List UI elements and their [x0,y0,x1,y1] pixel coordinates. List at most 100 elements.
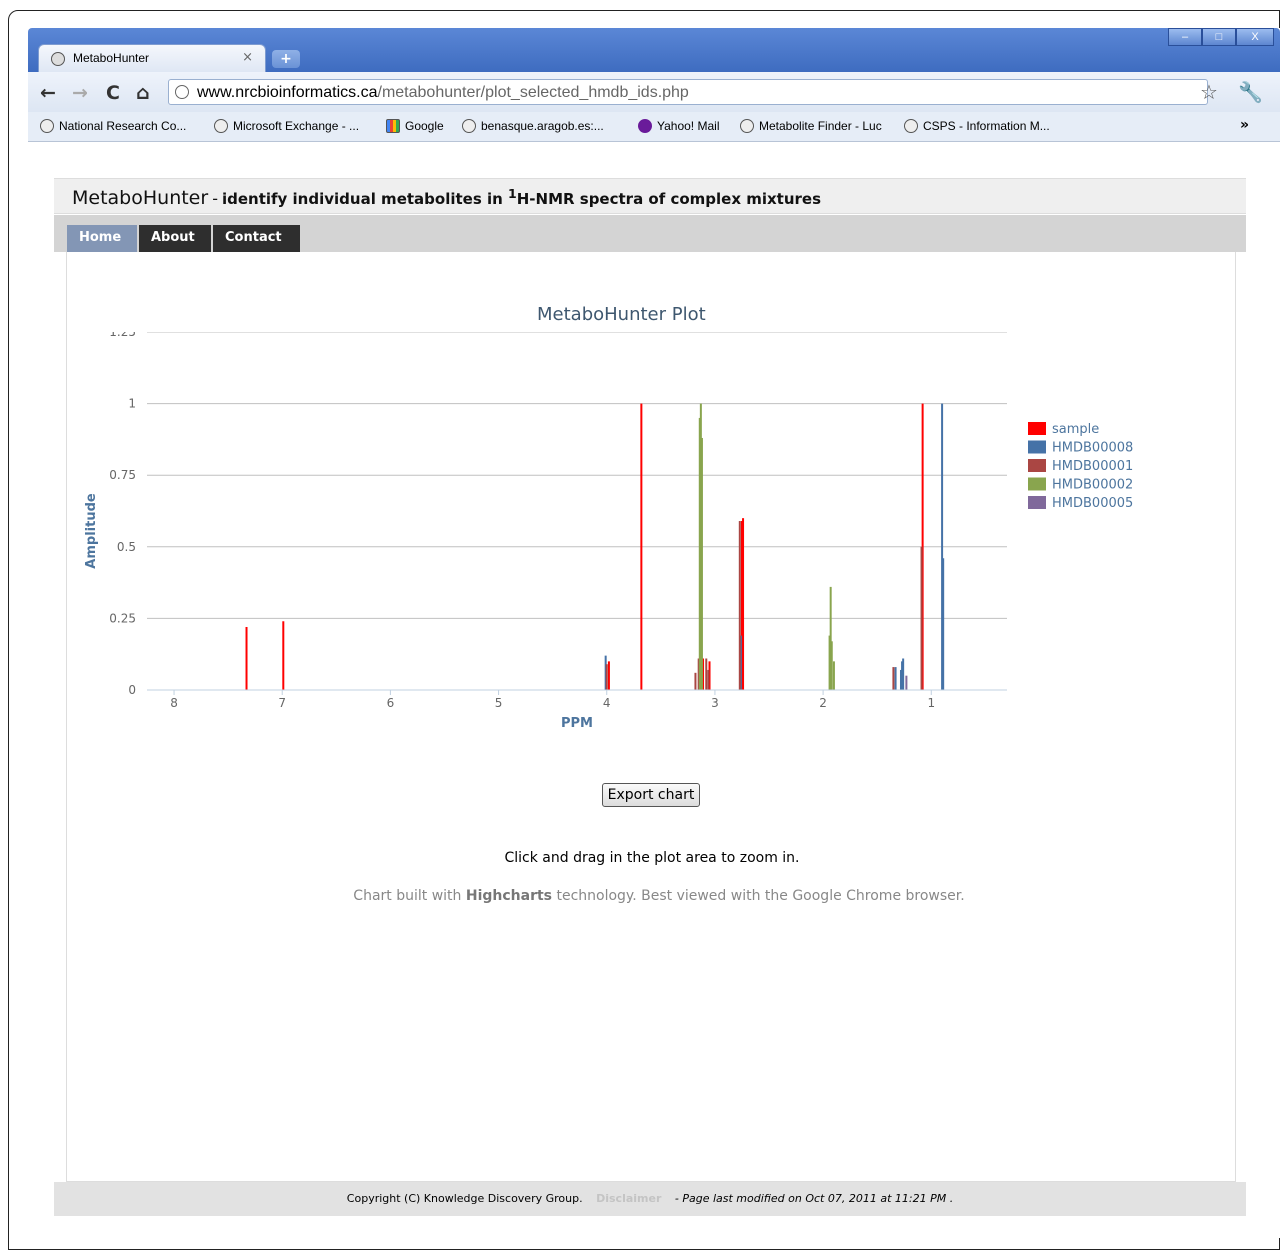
last-modified-text: - Page last modified on Oct 07, 2011 at … [674,1192,954,1205]
main-panel: MetaboHunter Plot 0 0.25 0.5 0.75 1 1.25 8 7 6 5… [66,252,1236,1182]
bookmark-item[interactable]: Google [386,119,444,133]
legend-swatch [1028,477,1046,491]
y-tick-label: 1 [128,397,136,411]
chart-grid [147,332,1007,691]
bookmarks-bar: National Research Co... Microsoft Exchan… [28,112,1280,142]
legend-item: HMDB00002 [1028,477,1133,493]
spectrum-peak [705,658,708,690]
subtitle-post: H-NMR spectra of complex mixtures [516,190,822,208]
wrench-icon[interactable]: 🔧 [1238,80,1263,104]
bookmark-item[interactable]: Microsoft Exchange - ... [214,119,359,133]
legend-item: HMDB00008 [1028,440,1133,456]
reload-icon[interactable]: C [106,82,120,104]
x-tick-label: 4 [603,696,611,710]
y-tick-label: 0 [128,683,136,697]
y-axis: 0 0.25 0.5 0.75 1 1.25 [109,332,136,697]
bookmark-item[interactable]: National Research Co... [40,119,186,133]
x-tick-label: 1 [927,696,935,710]
legend-swatch [1028,496,1046,509]
title-bar: MetaboHunter × + ‒ □ X [28,28,1280,72]
maximize-button[interactable]: □ [1202,28,1236,46]
spectrum-peak [707,669,710,690]
spectrum-peak [832,661,835,690]
bookmark-item[interactable]: benasque.aragob.es:... [462,119,604,133]
spectrum-peak [700,437,703,690]
spectrum-peak [640,403,643,690]
spectrum-chart[interactable]: 0 0.25 0.5 0.75 1 1.25 8 7 6 5 4 3 2 1 PPM Amplitude… [67,332,1237,842]
spectrum-peak [282,621,285,690]
y-tick-label: 0.75 [109,468,136,482]
globe-icon [51,52,65,66]
back-arrow-icon[interactable]: ← [40,82,56,104]
legend-item: HMDB00005 [1028,496,1133,511]
globe-icon [462,119,476,133]
x-axis-label: PPM [561,716,593,731]
tab-title: MetaboHunter [73,51,150,65]
chart-title: MetaboHunter Plot [537,304,706,325]
spectrum-peak [694,672,697,690]
globe-icon [40,119,54,133]
legend-label: HMDB00008 [1052,441,1133,456]
spectrum-peak [894,667,897,690]
globe-icon [214,119,228,133]
x-tick-label: 6 [387,696,395,710]
spectrum-peak [605,664,608,690]
google-icon [386,119,400,133]
forward-arrow-icon[interactable]: → [72,82,88,104]
y-axis-label: Amplitude [84,493,99,569]
copyright-text: Copyright (C) Knowledge Discovery Group. [346,1192,583,1205]
disclaimer-link[interactable]: Disclaimer [596,1192,661,1205]
bookmark-label: National Research Co... [59,119,187,133]
close-window-button[interactable]: X [1236,28,1274,46]
subtitle-pre: identify individual metabolites in [221,190,503,208]
globe-icon [904,119,918,133]
home-icon[interactable]: ⌂ [136,82,150,104]
x-tick-label: 5 [495,696,503,710]
tab-home[interactable]: Home [67,225,137,252]
bookmark-item[interactable]: Metabolite Finder - Luc [740,119,882,133]
subtitle-superscript: 1 [508,186,517,201]
chart-credit: Chart built with Highcharts technology. … [67,888,1251,904]
credit-post: technology. Best viewed with the Google … [556,888,965,904]
spectrum-peak [828,635,831,690]
tab-contact[interactable]: Contact [213,225,300,252]
legend-label: HMDB00002 [1052,478,1133,493]
legend-item: sample [1028,422,1099,437]
spectrum-peak [942,558,945,690]
export-chart-button[interactable]: Export chart [602,783,700,807]
tab-about[interactable]: About [139,225,211,252]
legend-label: HMDB00001 [1052,459,1133,474]
site-name: MetaboHunter [72,187,209,209]
bookmark-item[interactable]: CSPS - Information M... [904,119,1050,133]
x-tick-label: 8 [170,696,178,710]
x-axis: 8 7 6 5 4 3 2 1 [147,689,1007,710]
yahoo-icon [638,119,652,133]
spectrum-peak [742,518,745,690]
site-subtitle: identify individual metabolites in 1H-NM… [221,186,822,208]
x-tick-label: 3 [711,696,719,710]
new-tab-button[interactable]: + [272,50,300,68]
bookmark-label: Yahoo! Mail [657,119,720,133]
site-title: MetaboHunter - identify individual metabol… [72,186,821,209]
address-bar[interactable]: www.nrcbioinformatics.ca/metabohunter/pl… [168,79,1208,105]
more-bookmarks-icon[interactable]: » [1240,117,1249,133]
close-tab-icon[interactable]: × [242,50,253,65]
y-tick-label: 0.5 [117,540,136,554]
legend-label: HMDB00005 [1052,496,1133,511]
zoom-hint: Click and drag in the plot area to zoom … [504,850,800,866]
title-separator: - [212,189,218,208]
bookmark-item[interactable]: Yahoo! Mail [638,119,719,133]
highcharts-link[interactable]: Highcharts [466,888,552,904]
bookmark-label: benasque.aragob.es:... [481,119,604,133]
legend-item: HMDB00001 [1028,459,1133,474]
spectrum-peak [902,658,905,690]
spectrum-peak [830,641,833,690]
minimize-button[interactable]: ‒ [1168,28,1202,46]
bookmark-label: CSPS - Information M... [923,119,1050,133]
spectrum-peak [892,667,895,690]
bookmark-star-icon[interactable]: ☆ [1200,80,1218,104]
browser-tab[interactable]: MetaboHunter × [38,44,266,72]
globe-icon [175,85,189,99]
spectrum-peak [920,546,923,690]
site-footer: Copyright (C) Knowledge Discovery Group.… [54,1182,1246,1216]
